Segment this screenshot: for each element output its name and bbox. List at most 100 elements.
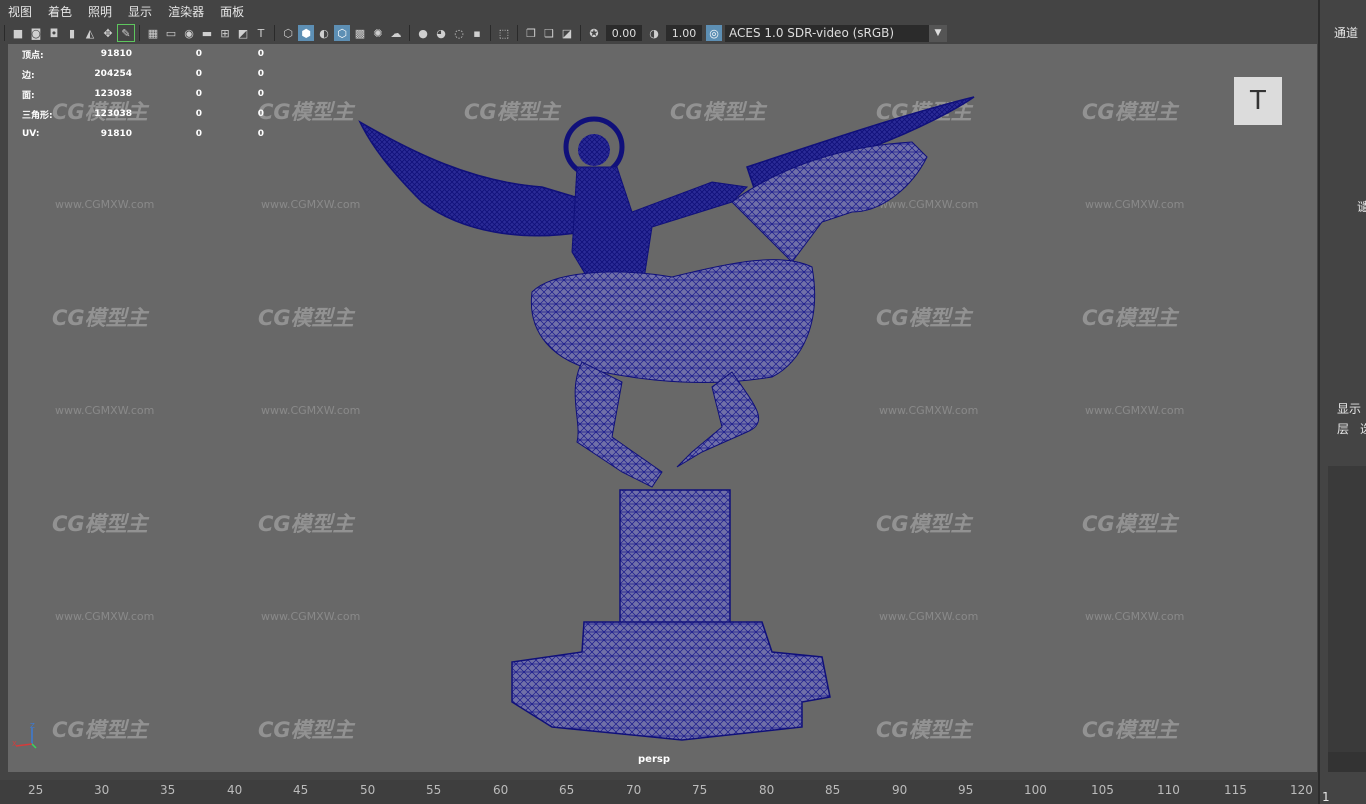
camera-icon[interactable]: ■ (10, 25, 26, 41)
hud-value: 0 (195, 69, 202, 79)
watermark-url: www.CGMXW.com (261, 610, 361, 623)
hud-row-faces: 面: 123038 0 0 (22, 84, 264, 104)
gate-mask-icon[interactable]: ▬ (199, 25, 215, 41)
screen-space-ao-icon[interactable]: ● (415, 25, 431, 41)
time-tick: 120 (1290, 783, 1313, 797)
time-tick: 90 (892, 783, 908, 797)
toolbar-divider (517, 25, 518, 41)
view-transform-select[interactable]: ACES 1.0 SDR-video (sRGB) ▼ (725, 24, 947, 42)
current-frame-field[interactable]: 1 (1322, 790, 1330, 804)
time-tick: 85 (825, 783, 841, 797)
safe-action-icon[interactable]: ◩ (235, 25, 251, 41)
menu-show[interactable]: 显示 (120, 3, 160, 20)
poly-count-hud: 顶点: 91810 0 0 边: 204254 0 0 面: 123038 0 … (22, 44, 264, 144)
hud-value: 91810 (100, 129, 132, 139)
toolbar-divider (580, 25, 581, 41)
watermark-url: www.CGMXW.com (55, 610, 155, 623)
isolate-select-icon[interactable]: ⬚ (496, 25, 512, 41)
grease-pencil-icon[interactable]: ✎ (117, 24, 135, 42)
time-tick: 25 (28, 783, 44, 797)
xray-components-icon[interactable]: ◪ (559, 25, 575, 41)
time-tick: 65 (559, 783, 575, 797)
time-tick: 105 (1091, 783, 1114, 797)
camera-attributes-icon[interactable]: ◙ (28, 25, 44, 41)
gamma-icon[interactable]: ◑ (646, 25, 662, 41)
time-slider[interactable]: 25 30 35 40 45 50 55 60 65 70 75 80 85 9… (0, 780, 1318, 804)
film-gate-icon[interactable]: ▭ (163, 25, 179, 41)
hud-row-triangles: 三角形: 123038 0 0 (22, 104, 264, 124)
camera-lock-icon[interactable]: ◘ (46, 25, 62, 41)
gamma-field[interactable]: 1.00 (666, 25, 702, 41)
hud-label: 顶点: (22, 50, 44, 61)
hud-value: 0 (195, 129, 202, 139)
time-tick: 35 (160, 783, 176, 797)
color-management-icon[interactable]: ◎ (706, 25, 722, 41)
hud-value: 0 (195, 49, 202, 59)
exposure-field[interactable]: 0.00 (606, 25, 642, 41)
textured-icon[interactable]: ▩ (352, 25, 368, 41)
field-chart-icon[interactable]: ⊞ (217, 25, 233, 41)
bookmark-icon[interactable]: ▮ (64, 25, 80, 41)
shadows-icon[interactable]: ☁ (388, 25, 404, 41)
time-tick: 95 (958, 783, 974, 797)
menu-panels[interactable]: 面板 (212, 3, 252, 20)
hud-value: 0 (257, 69, 264, 79)
resolution-gate-icon[interactable]: ◉ (181, 25, 197, 41)
time-tick: 60 (493, 783, 509, 797)
safe-title-icon[interactable]: T (253, 25, 269, 41)
grid-icon[interactable]: ▦ (145, 25, 161, 41)
chevron-down-icon[interactable]: ▼ (929, 24, 947, 42)
wireframe-on-shaded-icon[interactable]: ⬡ (334, 25, 350, 41)
hud-row-vertices: 顶点: 91810 0 0 (22, 44, 264, 64)
watermark-url: www.CGMXW.com (55, 198, 155, 211)
tab-display[interactable]: 显示 (1337, 400, 1361, 417)
anti-aliasing-icon[interactable]: ◌ (451, 25, 467, 41)
view-cube[interactable]: T (1234, 77, 1282, 125)
lights-icon[interactable]: ✺ (370, 25, 386, 41)
motion-blur-icon[interactable]: ◕ (433, 25, 449, 41)
hud-value: 0 (195, 109, 202, 119)
layer-scrollbar[interactable] (1328, 752, 1366, 772)
channel-box-partial-label: 谴 (1357, 200, 1366, 214)
time-tick: 70 (626, 783, 642, 797)
2d-pan-zoom-icon[interactable]: ✥ (100, 25, 116, 41)
axis-gizmo: Z X (12, 722, 37, 749)
hud-value: 0 (257, 129, 264, 139)
hud-value: 0 (257, 49, 264, 59)
menu-shading[interactable]: 着色 (40, 3, 80, 20)
hud-value: 123038 (94, 109, 132, 119)
hud-value: 0 (257, 109, 264, 119)
xray-icon[interactable]: ❐ (523, 25, 539, 41)
default-material-icon[interactable]: ◐ (316, 25, 332, 41)
tab-channels[interactable]: 通道 (1334, 24, 1358, 41)
wireframe-icon[interactable]: ⬡ (280, 25, 296, 41)
hud-value: 0 (195, 89, 202, 99)
watermark-logo: CG模型主 (1082, 718, 1178, 742)
watermark-url: www.CGMXW.com (261, 404, 361, 417)
smooth-shade-icon[interactable]: ⬢ (298, 25, 314, 41)
view-cube-face-label: T (1250, 86, 1266, 116)
image-plane-icon[interactable]: ◭ (82, 25, 98, 41)
menu-view[interactable]: 视图 (0, 3, 40, 20)
watermark-logo: CG模型主 (258, 512, 354, 536)
time-tick: 55 (426, 783, 442, 797)
layer-label: 层 (1337, 422, 1350, 436)
exposure-icon[interactable]: ✪ (586, 25, 602, 41)
layer-option-partial[interactable]: 选 (1360, 420, 1366, 437)
statue-mesh[interactable] (352, 92, 982, 752)
hud-value: 91810 (100, 49, 132, 59)
watermark-url: www.CGMXW.com (1085, 610, 1185, 623)
time-tick: 50 (360, 783, 376, 797)
toolbar-divider (4, 25, 5, 41)
watermark-url: www.CGMXW.com (261, 198, 361, 211)
toolbar-divider (409, 25, 410, 41)
hud-row-uvs: UV: 91810 0 0 (22, 124, 264, 144)
xray-joints-icon[interactable]: ❑ (541, 25, 557, 41)
layer-list[interactable] (1328, 466, 1366, 772)
viewport-toolbar: ■ ◙ ◘ ▮ ◭ ✥ ✎ ▦ ▭ ◉ ▬ ⊞ ◩ T ⬡ ⬢ ◐ ⬡ ▩ ✺ … (0, 22, 1318, 44)
menu-renderer[interactable]: 渲染器 (160, 3, 212, 20)
depth-of-field-icon[interactable]: ▪ (469, 25, 485, 41)
watermark-logo: CG模型主 (258, 100, 354, 124)
viewport-menubar: 视图 着色 照明 显示 渲染器 面板 (0, 0, 1318, 22)
menu-lighting[interactable]: 照明 (80, 3, 120, 20)
